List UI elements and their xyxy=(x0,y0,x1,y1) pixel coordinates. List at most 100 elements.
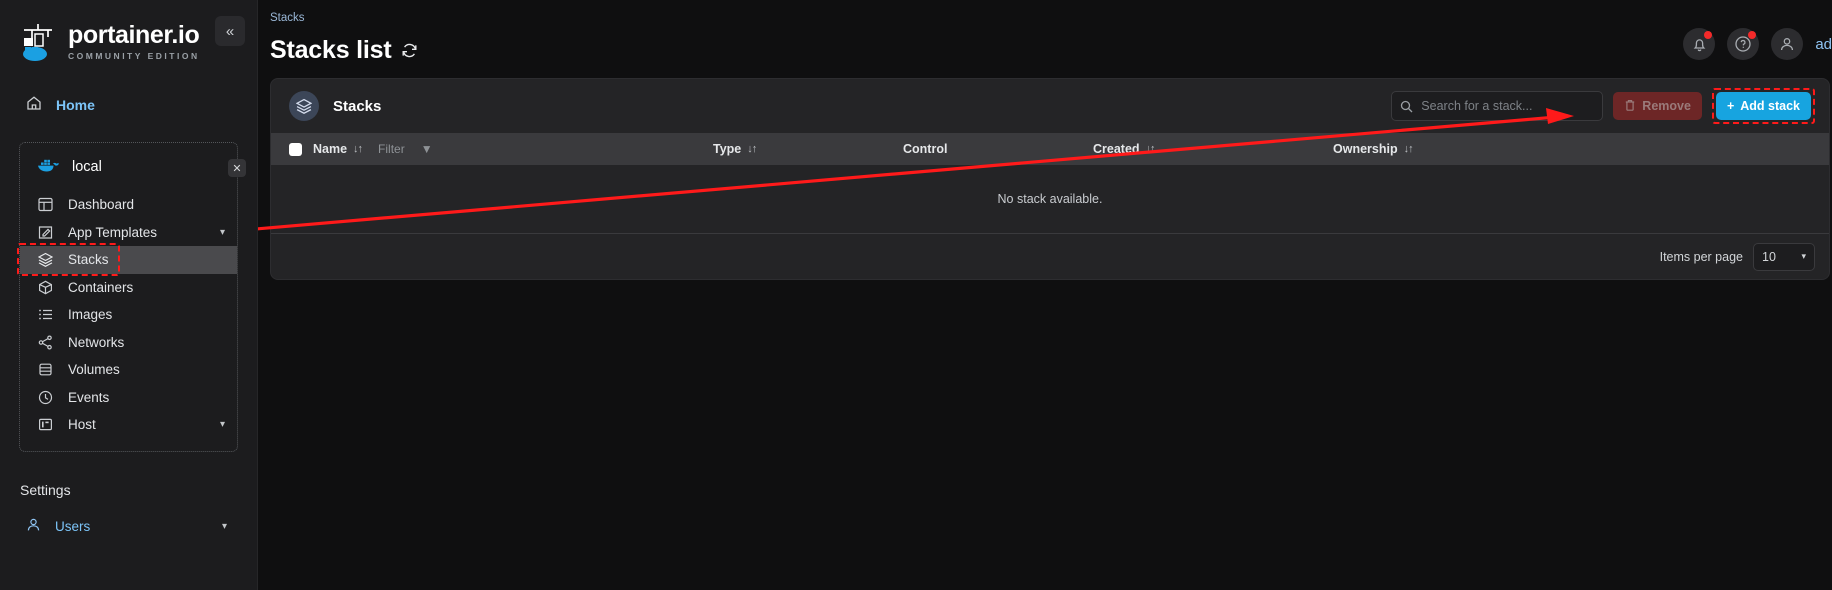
plus-icon: + xyxy=(1726,99,1735,113)
sidebar-item-events[interactable]: Events xyxy=(20,384,237,412)
home-icon xyxy=(26,95,42,116)
chevron-down-icon[interactable]: ▾ xyxy=(220,227,225,238)
sidebar-item-stacks[interactable]: Stacks xyxy=(17,243,237,276)
funnel-icon[interactable]: ▼ xyxy=(421,142,433,156)
table-empty-row: No stack available. xyxy=(271,165,1829,233)
add-stack-button-wrapper: + Add stack xyxy=(1711,88,1815,124)
sort-arrows-icon[interactable]: ↓↑ xyxy=(1146,143,1156,155)
chevron-down-icon: ▾ xyxy=(1801,251,1806,261)
sidebar-item-events-label: Events xyxy=(68,389,110,405)
docker-whale-icon xyxy=(37,157,59,178)
sidebar-item-host-label: Host xyxy=(68,417,96,433)
sidebar-item-stacks-label: Stacks xyxy=(68,252,109,268)
items-per-page-label: Items per page xyxy=(1659,249,1743,264)
help-question-icon[interactable] xyxy=(1727,28,1760,60)
networks-share-icon xyxy=(38,334,54,350)
column-header-name-label: Name xyxy=(313,142,348,156)
table-body: No stack available. xyxy=(271,165,1829,233)
environment-name: local xyxy=(72,159,102,175)
sidebar-item-app-templates-label: App Templates xyxy=(68,224,158,240)
stacks-layers-icon xyxy=(38,252,54,268)
host-server-icon xyxy=(38,417,54,433)
sidebar-item-app-templates[interactable]: App Templates ▾ xyxy=(20,219,237,247)
sidebar-item-networks[interactable]: Networks xyxy=(20,329,237,357)
column-header-type-label: Type xyxy=(713,142,742,156)
notification-badge xyxy=(1704,31,1713,39)
help-badge xyxy=(1748,31,1757,39)
containers-cube-icon xyxy=(38,279,54,295)
sort-arrows-icon[interactable]: ↓↑ xyxy=(353,143,363,155)
column-header-control: Control xyxy=(903,133,1093,165)
sort-arrows-icon[interactable]: ↓↑ xyxy=(1404,143,1414,155)
dashboard-icon xyxy=(38,197,54,213)
portainer-whale-crane-logo-icon xyxy=(18,20,58,64)
topbar: Stacks Stacks list ad xyxy=(258,0,1832,78)
brand-title: portainer.io xyxy=(68,21,200,49)
column-header-ownership[interactable]: Ownership ↓↑ xyxy=(1333,133,1829,165)
environment-box: local ✕ Dashboard App Templates ▾ Stacks… xyxy=(17,142,246,452)
user-avatar-icon[interactable] xyxy=(1771,28,1804,60)
search-icon xyxy=(1400,100,1413,113)
users-icon xyxy=(26,517,41,537)
column-header-ownership-label: Ownership xyxy=(1333,142,1398,156)
sidebar-item-users[interactable]: Users ▾ xyxy=(0,517,257,537)
panel-footer: Items per page 10 ▾ xyxy=(271,233,1829,279)
environment-header[interactable]: local xyxy=(20,143,237,191)
events-clock-icon xyxy=(38,389,54,405)
filter-label[interactable]: Filter xyxy=(378,142,405,156)
sidebar-item-images-label: Images xyxy=(68,307,113,323)
close-icon[interactable]: ✕ xyxy=(228,159,246,177)
sidebar-item-home-label: Home xyxy=(56,97,95,113)
remove-button-label: Remove xyxy=(1642,99,1691,113)
search-box[interactable] xyxy=(1391,91,1604,121)
stacks-layers-icon xyxy=(289,91,319,121)
sidebar-section-settings: Settings xyxy=(20,481,71,498)
breadcrumb[interactable]: Stacks xyxy=(270,12,1832,24)
add-stack-button[interactable]: + Add stack xyxy=(1715,92,1811,120)
sidebar-item-containers-label: Containers xyxy=(68,279,134,295)
sidebar-item-volumes-label: Volumes xyxy=(68,362,120,378)
sidebar: portainer.io COMMUNITY EDITION « Home lo… xyxy=(0,0,258,590)
volumes-database-icon xyxy=(38,362,54,378)
page-title: Stacks list xyxy=(270,36,392,64)
bell-icon[interactable] xyxy=(1683,28,1716,60)
column-header-created[interactable]: Created ↓↑ xyxy=(1093,133,1333,165)
sort-arrows-icon[interactable]: ↓↑ xyxy=(747,143,757,155)
select-all-checkbox[interactable] xyxy=(289,143,302,157)
user-name[interactable]: ad xyxy=(1815,36,1832,53)
add-stack-button-label: Add stack xyxy=(1740,99,1800,113)
images-list-icon xyxy=(38,307,54,323)
app-templates-icon xyxy=(38,224,54,240)
column-header-name[interactable]: Name ↓↑ Filter ▼ xyxy=(313,133,713,165)
panel-header: Stacks Search for a stack... Remove + Ad… xyxy=(271,79,1829,133)
brand-subtitle: COMMUNITY EDITION xyxy=(68,51,200,61)
column-header-type[interactable]: Type ↓↑ xyxy=(713,133,903,165)
sidebar-item-users-label: Users xyxy=(55,519,91,534)
empty-message: No stack available. xyxy=(271,165,1829,233)
stacks-table: Name ↓↑ Filter ▼ Type ↓↑ Control Created… xyxy=(271,133,1829,233)
refresh-icon[interactable] xyxy=(401,42,418,59)
app-root: portainer.io COMMUNITY EDITION « Home lo… xyxy=(0,0,1832,590)
select-all-cell xyxy=(271,133,313,165)
sidebar-item-containers[interactable]: Containers xyxy=(20,274,237,302)
trash-icon xyxy=(1624,99,1636,114)
table-header: Name ↓↑ Filter ▼ Type ↓↑ Control Created… xyxy=(271,133,1829,165)
search-input[interactable] xyxy=(1421,99,1595,113)
sidebar-item-networks-label: Networks xyxy=(68,334,125,350)
panel-title: Stacks xyxy=(333,97,382,115)
column-header-created-label: Created xyxy=(1093,142,1140,156)
chevron-down-icon[interactable]: ▾ xyxy=(220,419,225,430)
sidebar-item-dashboard[interactable]: Dashboard xyxy=(20,191,237,219)
remove-button[interactable]: Remove xyxy=(1613,92,1702,120)
column-header-control-label: Control xyxy=(903,142,948,156)
topbar-actions: ad xyxy=(1683,28,1832,60)
items-per-page-select[interactable]: 10 ▾ xyxy=(1753,242,1815,271)
chevron-down-icon[interactable]: ▾ xyxy=(222,521,227,532)
table-header-row: Name ↓↑ Filter ▼ Type ↓↑ Control Created… xyxy=(271,133,1829,165)
double-chevron-left-icon[interactable]: « xyxy=(215,16,245,46)
sidebar-item-images[interactable]: Images xyxy=(20,301,237,329)
main-content: Stacks Stacks list ad Stacks Search for … xyxy=(258,0,1832,590)
sidebar-item-home[interactable]: Home xyxy=(0,86,257,124)
sidebar-item-volumes[interactable]: Volumes xyxy=(20,356,237,384)
sidebar-item-host[interactable]: Host ▾ xyxy=(20,411,237,439)
